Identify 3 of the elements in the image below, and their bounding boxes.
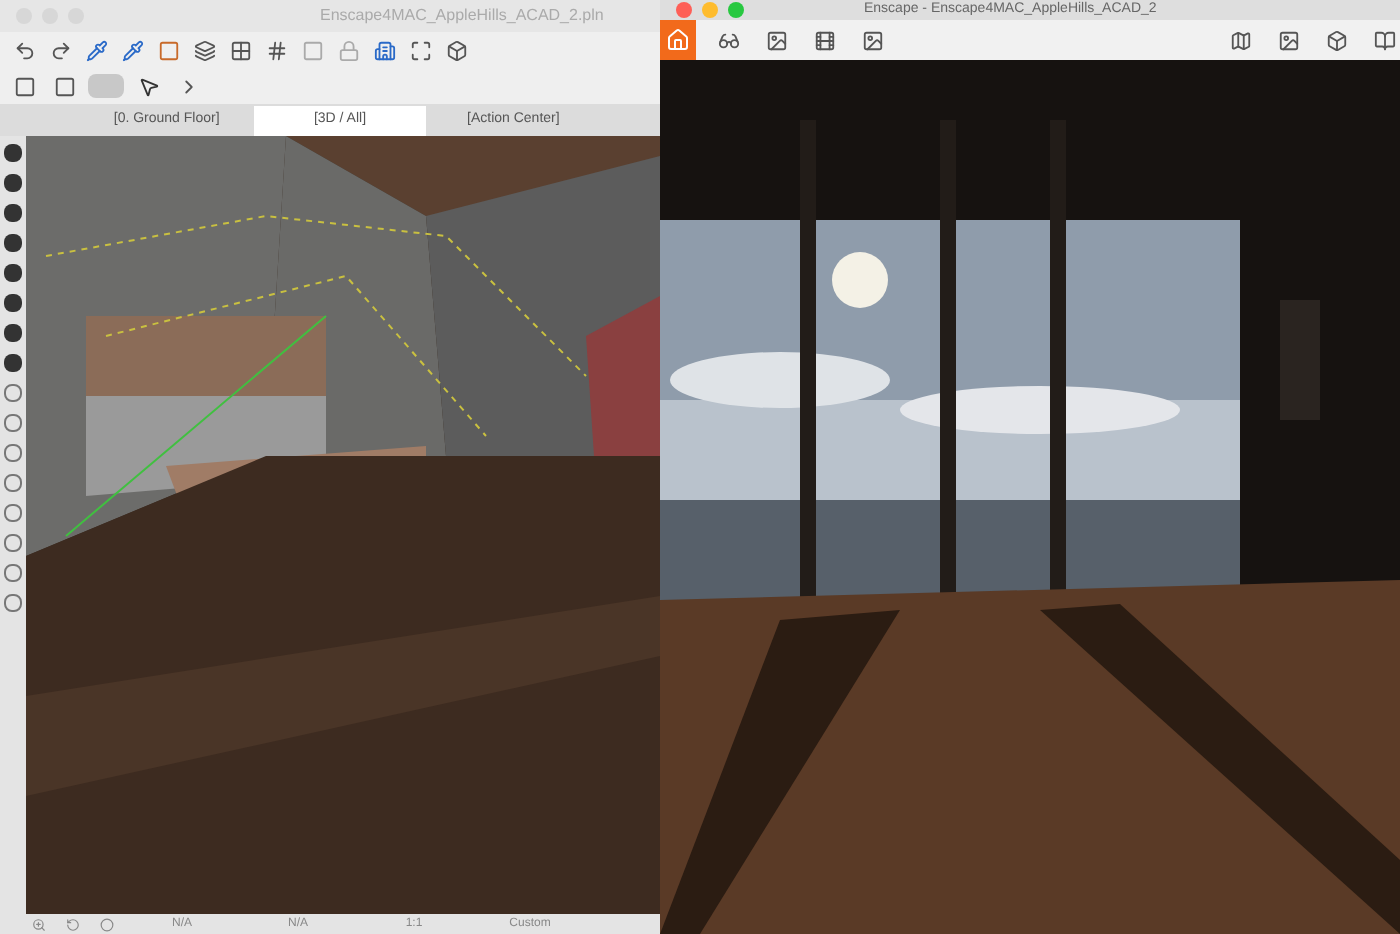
home-icon: [666, 28, 690, 52]
window-title: Enscape4MAC_AppleHills_ACAD_2.pln: [320, 4, 604, 28]
home-button[interactable]: [660, 20, 696, 60]
